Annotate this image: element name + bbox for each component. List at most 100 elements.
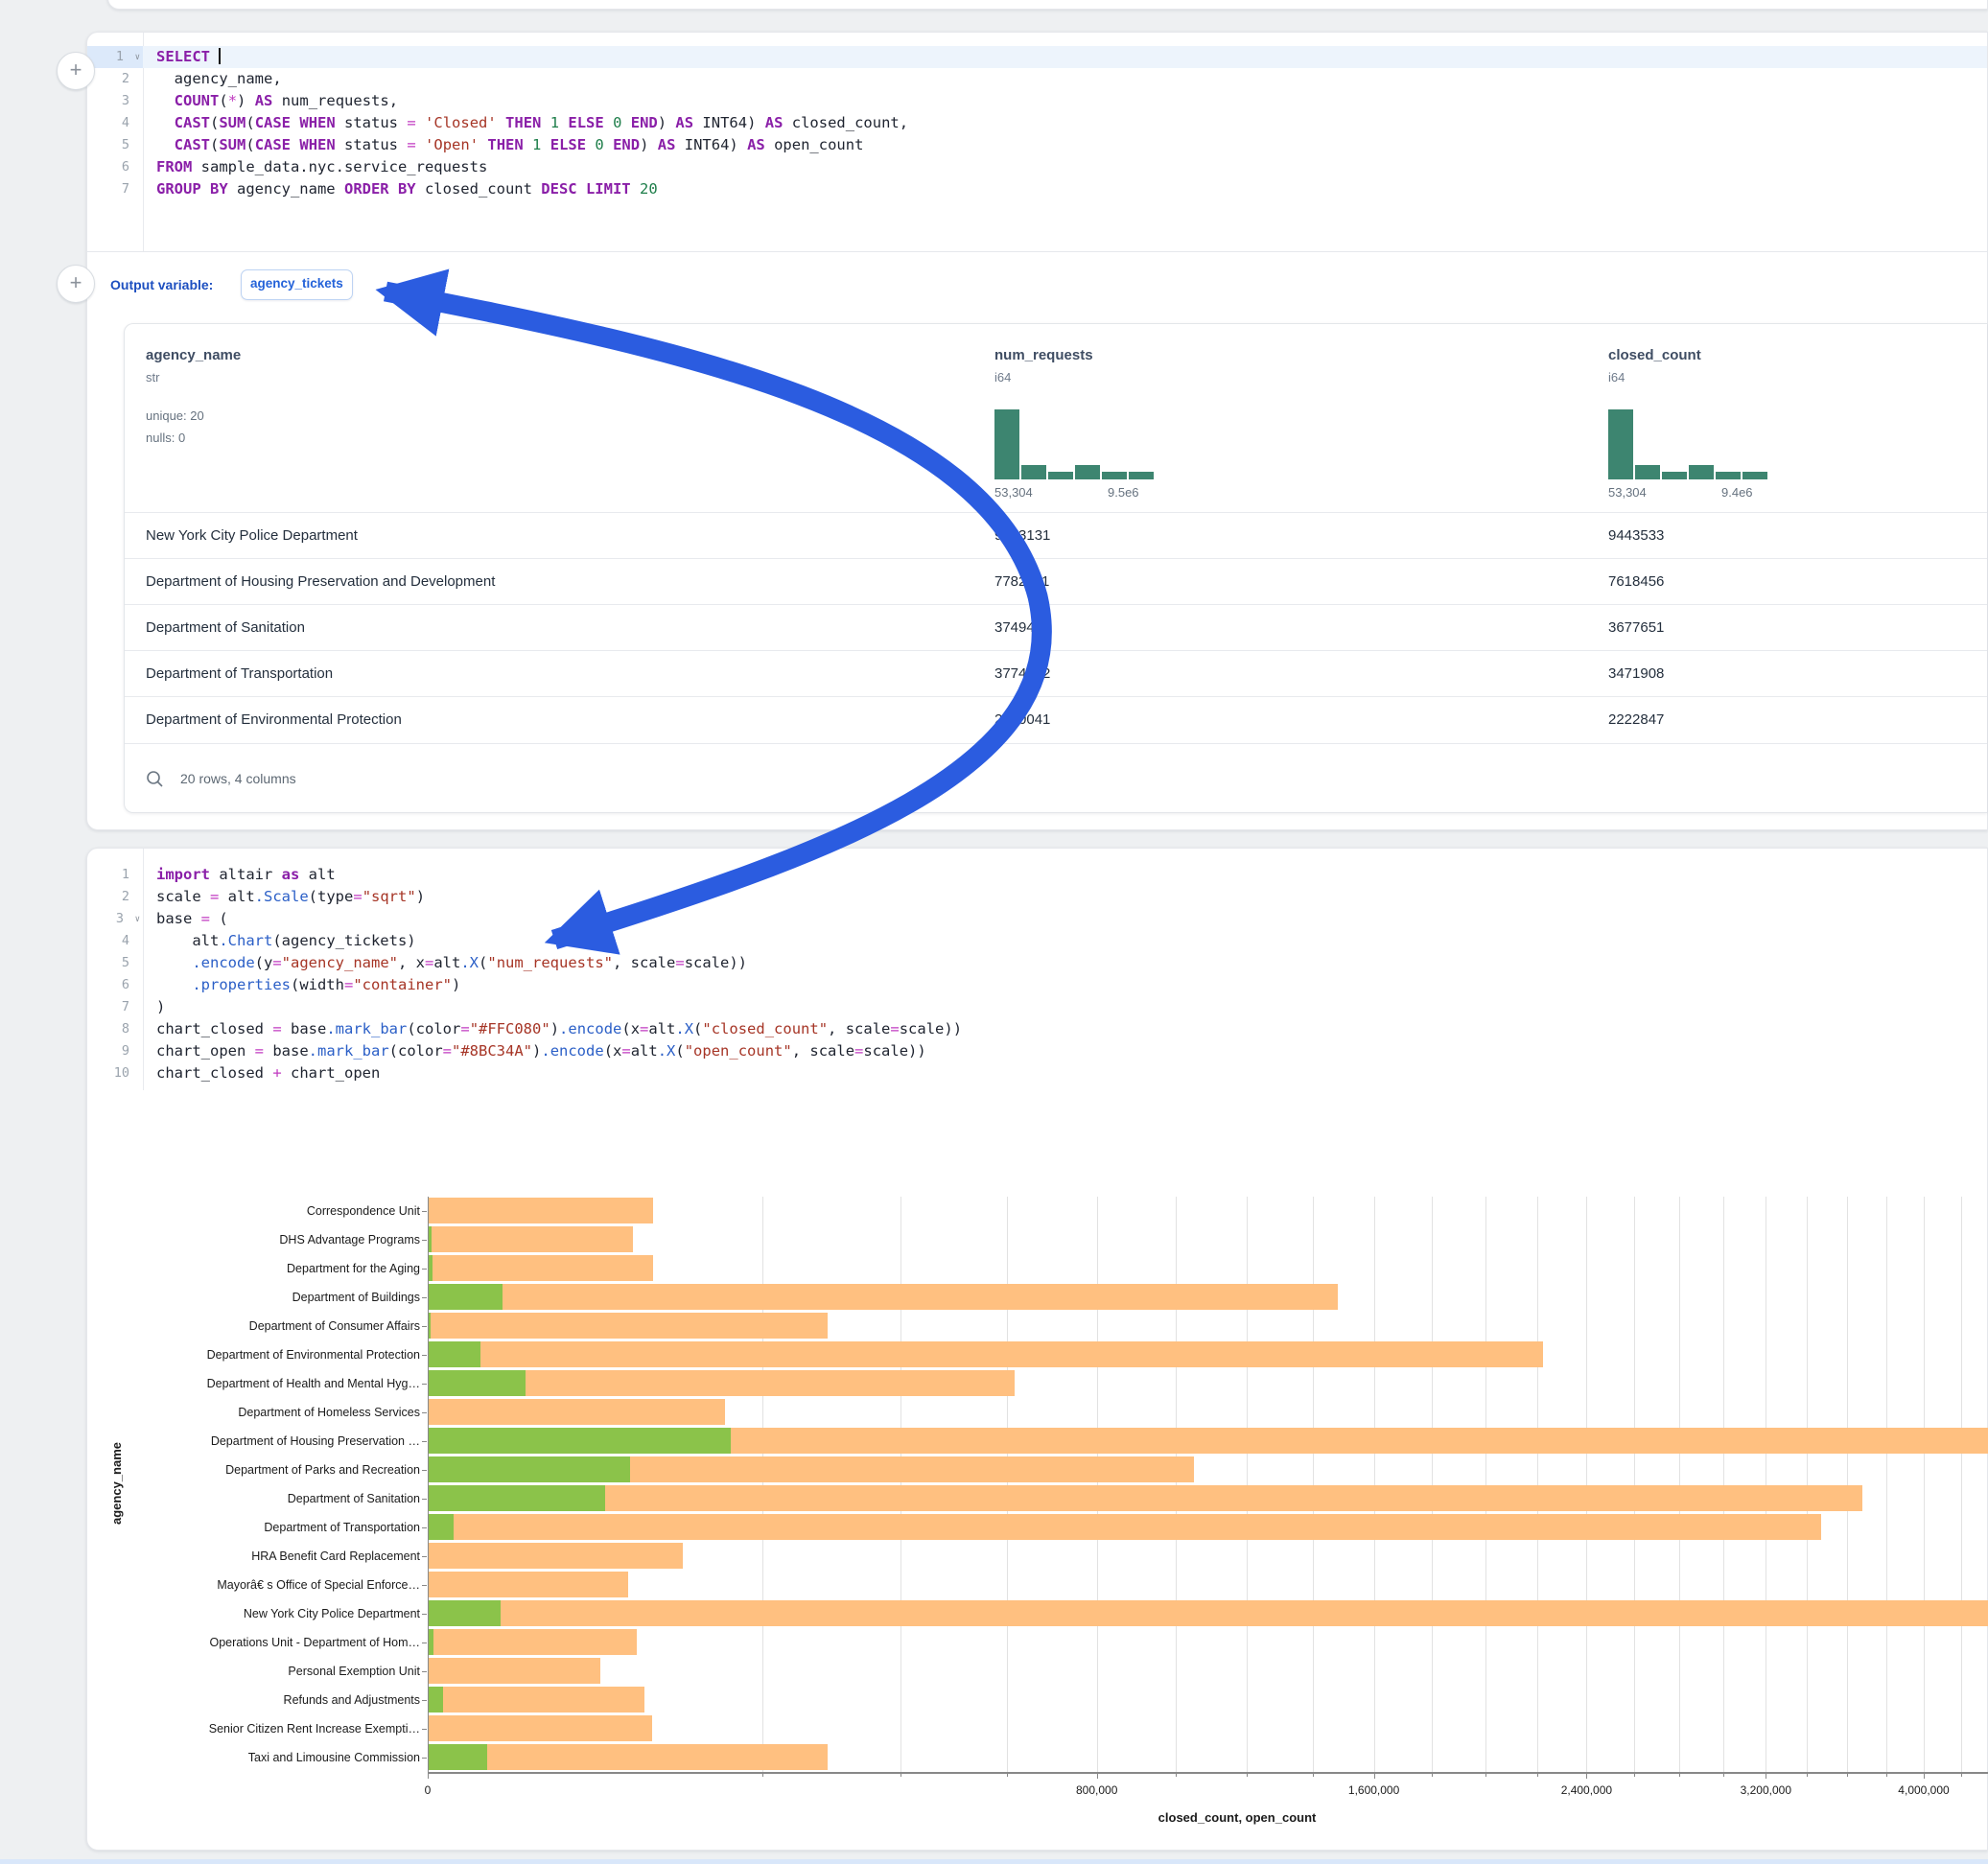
plus-icon: + [70, 58, 82, 82]
table-row[interactable]: Department of Transportation377489234719… [125, 650, 1987, 697]
code-line[interactable]: CAST(SUM(CASE WHEN status = 'Open' THEN … [156, 134, 1987, 156]
code-line[interactable]: chart_open = base.mark_bar(color="#8BC34… [156, 1040, 1987, 1062]
histogram-bar [1635, 465, 1660, 479]
code-line[interactable]: CAST(SUM(CASE WHEN status = 'Closed' THE… [156, 112, 1987, 134]
line-number: 9 [87, 1040, 143, 1062]
y-axis-tick [422, 1211, 427, 1212]
y-axis-label: Department of Consumer Affairs [96, 1312, 420, 1340]
code-line[interactable]: FROM sample_data.nyc.service_requests [156, 156, 1987, 178]
code-line[interactable]: .properties(width="container") [156, 974, 1987, 996]
code-line[interactable]: alt.Chart(agency_tickets) [156, 930, 1987, 952]
table-row[interactable]: Department of Environmental Protection22… [125, 696, 1987, 743]
gridline [1679, 1197, 1680, 1772]
code-line[interactable]: scale = alt.Scale(type="sqrt") [156, 886, 1987, 908]
y-axis-label: Department of Parks and Recreation [96, 1456, 420, 1484]
line-number: 2 [87, 68, 143, 90]
sql-editor[interactable]: 1∨SELECT 2 agency_name,3 COUNT(*) AS num… [87, 33, 1987, 251]
table-cell: Department of Sanitation [146, 605, 305, 651]
python-editor[interactable]: 1import altair as alt2scale = alt.Scale(… [87, 849, 1987, 1090]
y-axis-label: Taxi and Limousine Commission [96, 1743, 420, 1772]
x-axis-tick-label: 4,000,000 [1898, 1783, 1949, 1797]
x-axis-tick-label: 2,400,000 [1561, 1783, 1612, 1797]
histogram-bar [1662, 472, 1687, 479]
table-cell: 7618456 [1608, 559, 1664, 605]
histogram-min-label: 53,304 [1608, 485, 1647, 500]
bar-open-count [428, 1485, 605, 1511]
bottom-selection-strip [0, 1859, 1988, 1864]
bar-open-count [428, 1370, 526, 1396]
y-axis-tick [422, 1240, 427, 1241]
column-histogram [1608, 403, 1767, 479]
gridline [1924, 1197, 1925, 1772]
histogram-max-label: 9.4e6 [1721, 485, 1753, 500]
y-axis-label: Correspondence Unit [96, 1197, 420, 1225]
y-axis-tick [422, 1729, 427, 1730]
y-axis-label: Refunds and Adjustments [96, 1686, 420, 1714]
y-axis-label: Department of Environmental Protection [96, 1340, 420, 1369]
y-axis-label: Department of Sanitation [96, 1484, 420, 1513]
gridline [1485, 1197, 1486, 1772]
histogram-max-label: 9.5e6 [1108, 485, 1139, 500]
code-line[interactable]: SELECT [156, 46, 1987, 68]
y-axis-line [428, 1197, 429, 1772]
column-header[interactable]: num_requests [994, 347, 1093, 363]
line-number: 5 [87, 134, 143, 156]
x-axis-tick [428, 1772, 429, 1779]
table-cell: 3471908 [1608, 651, 1664, 697]
code-line[interactable]: GROUP BY agency_name ORDER BY closed_cou… [156, 178, 1987, 200]
y-axis-tick [422, 1441, 427, 1442]
gridline [1961, 1197, 1962, 1772]
table-row[interactable]: Department of Sanitation37494853677651 [125, 604, 1987, 651]
bar-closed-count [428, 1514, 1821, 1540]
x-axis-tick-label: 800,000 [1076, 1783, 1117, 1797]
output-variable-input[interactable]: agency_tickets [241, 269, 353, 300]
bar-open-count [428, 1428, 731, 1454]
histogram-bar [1129, 472, 1154, 479]
code-line[interactable]: chart_closed = base.mark_bar(color="#FFC… [156, 1018, 1987, 1040]
x-axis-tick [1097, 1772, 1098, 1779]
x-axis-tick-label: 1,600,000 [1348, 1783, 1399, 1797]
column-header[interactable]: agency_name [146, 347, 241, 363]
gridline [1807, 1197, 1808, 1772]
y-axis-tick [422, 1700, 427, 1701]
y-axis-label: DHS Advantage Programs [96, 1225, 420, 1254]
code-line[interactable]: base = ( [156, 908, 1987, 930]
altair-chart: Correspondence UnitDHS Advantage Program… [96, 1189, 1988, 1841]
code-line[interactable]: import altair as alt [156, 864, 1987, 886]
output-variable-label: Output variable: [110, 277, 213, 292]
notebook-page: + + 1∨SELECT 2 agency_name,3 COUNT(*) AS… [0, 0, 1988, 1864]
table-row[interactable]: New York City Police Department945313194… [125, 512, 1987, 559]
code-line[interactable]: agency_name, [156, 68, 1987, 90]
code-line[interactable]: .encode(y="agency_name", x=alt.X("num_re… [156, 952, 1987, 974]
column-type: i64 [1608, 370, 1625, 384]
gridline [1432, 1197, 1433, 1772]
line-number: 4 [87, 112, 143, 134]
add-block-button[interactable]: + [57, 265, 95, 303]
histogram-bar [1608, 409, 1633, 479]
code-line[interactable]: COUNT(*) AS num_requests, [156, 90, 1987, 112]
collapse-caret-icon[interactable]: ∨ [135, 47, 140, 69]
add-block-button[interactable]: + [57, 52, 95, 90]
code-line[interactable]: ) [156, 996, 1987, 1018]
search-icon[interactable] [146, 770, 164, 788]
code-line[interactable]: chart_closed + chart_open [156, 1062, 1987, 1084]
y-axis-tick [422, 1614, 427, 1615]
y-axis-label: Department for the Aging [96, 1254, 420, 1283]
y-axis-label: Department of Health and Mental Hyg… [96, 1369, 420, 1398]
gridline [1847, 1197, 1848, 1772]
y-axis-tick [422, 1585, 427, 1586]
text-cursor [219, 48, 221, 64]
y-axis-label: New York City Police Department [96, 1599, 420, 1628]
table-cell: Department of Environmental Protection [146, 697, 402, 743]
y-axis-tick [422, 1384, 427, 1385]
gridline [1586, 1197, 1587, 1772]
table-row[interactable]: Department of Housing Preservation and D… [125, 558, 1987, 605]
column-type: i64 [994, 370, 1011, 384]
y-axis-tick [422, 1527, 427, 1528]
gridline [1723, 1197, 1724, 1772]
previous-cell-bottom-edge [107, 0, 1988, 10]
collapse-caret-icon[interactable]: ∨ [135, 909, 140, 931]
gridline [1007, 1197, 1008, 1772]
column-header[interactable]: closed_count [1608, 347, 1701, 363]
y-axis-label: Department of Transportation [96, 1513, 420, 1542]
